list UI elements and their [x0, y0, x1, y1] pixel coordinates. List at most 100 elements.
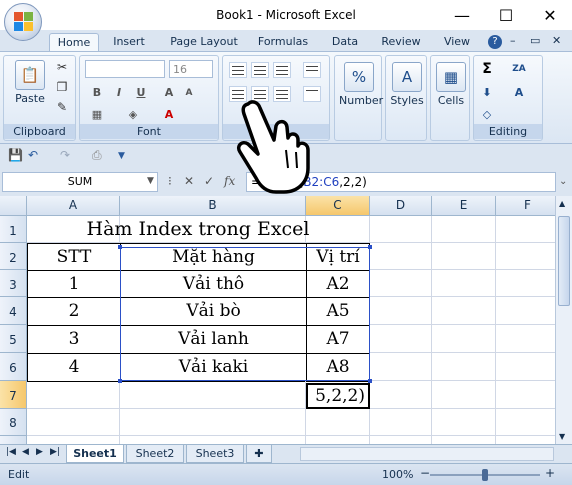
confirm-entry-icon[interactable]: ✓	[204, 174, 214, 188]
ribbon-minimize-icon[interactable]: –	[510, 34, 516, 47]
cells-button[interactable]: ▦ Cells	[433, 62, 469, 107]
row-header-3[interactable]: 3	[0, 270, 27, 297]
cell-f3[interactable]	[496, 270, 560, 297]
sheet-tab-sheet2[interactable]: Sheet2	[126, 445, 184, 463]
print-preview-icon[interactable]: ⎙	[92, 148, 102, 163]
cell-f4[interactable]	[496, 297, 560, 325]
cell-a7[interactable]	[27, 381, 120, 409]
cell-e4[interactable]	[432, 297, 496, 325]
zoom-slider-thumb[interactable]	[482, 469, 488, 481]
prev-sheet-icon[interactable]: ◀	[22, 447, 29, 457]
save-icon[interactable]: 💾	[8, 148, 23, 162]
zoom-out-icon[interactable]: −	[420, 466, 430, 480]
customize-qat-icon[interactable]: ▼	[118, 151, 125, 161]
cell-d9[interactable]	[370, 436, 432, 444]
cell-d2[interactable]	[370, 243, 432, 270]
row-header-6[interactable]: 6	[0, 353, 27, 381]
tab-data[interactable]: Data	[326, 33, 364, 52]
cell-a8[interactable]	[27, 409, 120, 436]
tab-home[interactable]: Home	[49, 33, 99, 52]
active-cell-c7-editor[interactable]: 5,2,2)	[306, 383, 370, 409]
table-cell[interactable]: A5	[306, 297, 370, 326]
column-header-e[interactable]: E	[432, 196, 496, 216]
cell-f7[interactable]	[496, 381, 560, 409]
cell-d7[interactable]	[370, 381, 432, 409]
column-header-f[interactable]: F	[496, 196, 560, 216]
vertical-scrollbar[interactable]: ▲ ▼	[555, 196, 572, 444]
table-cell[interactable]: 2	[27, 297, 121, 326]
clear-icon[interactable]: ◇	[478, 106, 496, 124]
cell-d4[interactable]	[370, 297, 432, 325]
styles-group[interactable]: A Styles	[385, 55, 427, 141]
sort-filter-button[interactable]: ZA	[510, 60, 528, 78]
cell-f5[interactable]	[496, 325, 560, 353]
number-format-button[interactable]: % Number	[339, 62, 383, 107]
undo-icon[interactable]: ↶	[28, 148, 38, 162]
table-cell[interactable]: A8	[306, 353, 370, 382]
name-box[interactable]: SUM	[2, 172, 158, 192]
cell-d3[interactable]	[370, 270, 432, 297]
table-cell[interactable]: 1	[27, 270, 121, 298]
horizontal-scrollbar[interactable]	[300, 447, 554, 461]
table-cell[interactable]: Vải lanh	[120, 325, 307, 354]
close-button[interactable]: ✕	[528, 0, 572, 30]
table-cell[interactable]: A2	[306, 270, 370, 298]
sheet-tab-sheet3[interactable]: Sheet3	[186, 445, 244, 463]
row-header-1[interactable]: 1	[0, 216, 27, 243]
row-header-8[interactable]: 8	[0, 409, 27, 436]
font-shrink-icon[interactable]: A	[180, 84, 198, 102]
wrap-text-icon[interactable]	[303, 62, 321, 78]
cell-c8[interactable]	[306, 409, 370, 436]
cell-e9[interactable]	[432, 436, 496, 444]
cell-f6[interactable]	[496, 353, 560, 381]
cell-d8[interactable]	[370, 409, 432, 436]
italic-button[interactable]: I	[110, 84, 128, 102]
next-sheet-icon[interactable]: ▶	[36, 447, 43, 457]
tab-page-layout[interactable]: Page Layout	[164, 33, 244, 52]
table-cell[interactable]: 3	[27, 325, 121, 354]
table-cell[interactable]: A7	[306, 325, 370, 354]
cell-f2[interactable]	[496, 243, 560, 270]
row-header-9[interactable]: 9	[0, 436, 27, 444]
cell-b9[interactable]	[120, 436, 306, 444]
insert-sheet-icon[interactable]: ✚	[246, 445, 272, 463]
sheet-tab-sheet1[interactable]: Sheet1	[66, 445, 124, 463]
cell-e8[interactable]	[432, 409, 496, 436]
minimize-button[interactable]: —	[440, 0, 484, 30]
row-header-7[interactable]: 7	[0, 381, 27, 409]
underline-button[interactable]: U	[132, 84, 150, 102]
cell-b7[interactable]	[120, 381, 306, 409]
table-cell[interactable]: Vải thô	[120, 270, 307, 298]
zoom-in-icon[interactable]: +	[545, 466, 555, 480]
header-mat-hang[interactable]: Mặt hàng	[120, 243, 307, 271]
table-cell[interactable]: 4	[27, 353, 121, 382]
cancel-entry-icon[interactable]: ✕	[184, 174, 194, 188]
bold-button[interactable]: B	[88, 84, 106, 102]
table-cell[interactable]: Vải kaki	[120, 353, 307, 382]
last-sheet-icon[interactable]: ▶|	[50, 447, 60, 457]
cell-e1[interactable]	[432, 216, 496, 243]
cell-f8[interactable]	[496, 409, 560, 436]
cell-d5[interactable]	[370, 325, 432, 353]
cell-c9[interactable]	[306, 436, 370, 444]
column-header-b[interactable]: B	[120, 196, 306, 216]
scroll-down-icon[interactable]: ▼	[559, 432, 565, 441]
column-header-a[interactable]: A	[27, 196, 120, 216]
font-size-combo[interactable]: 16	[169, 60, 213, 78]
find-select-button[interactable]: A	[510, 84, 528, 102]
cut-icon[interactable]: ✂	[54, 60, 70, 74]
zoom-level[interactable]: 100%	[382, 468, 413, 481]
font-grow-icon[interactable]: A	[160, 84, 178, 102]
align-bottom-icon[interactable]	[273, 62, 291, 78]
cell-b8[interactable]	[120, 409, 306, 436]
maximize-button[interactable]: ☐	[484, 0, 528, 30]
row-header-4[interactable]: 4	[0, 297, 27, 325]
cells-group[interactable]: ▦ Cells	[430, 55, 470, 141]
cell-e7[interactable]	[432, 381, 496, 409]
first-sheet-icon[interactable]: |◀	[6, 447, 16, 457]
tab-view[interactable]: View	[436, 33, 478, 52]
cell-e5[interactable]	[432, 325, 496, 353]
table-cell[interactable]: Vải bò	[120, 297, 307, 326]
cell-e3[interactable]	[432, 270, 496, 297]
font-name-combo[interactable]	[85, 60, 165, 78]
